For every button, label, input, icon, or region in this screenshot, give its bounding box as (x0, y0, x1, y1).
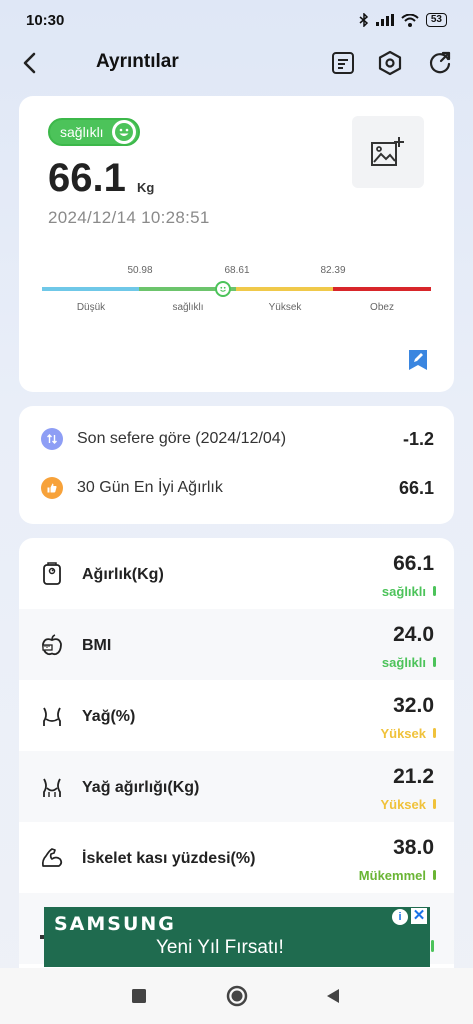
report-button[interactable] (327, 47, 359, 79)
metric-status: Yüksek (380, 797, 426, 812)
threshold-label: 82.39 (320, 265, 346, 276)
status-badge: sağlıklı (48, 118, 140, 146)
edit-bookmark-icon (409, 350, 427, 370)
thumbs-up-icon (41, 477, 63, 499)
ad-brand: SAMSUNG (54, 913, 176, 935)
share-button[interactable] (424, 47, 456, 79)
recents-button[interactable] (127, 984, 151, 1008)
range-thresholds: 50.98 68.61 82.39 (19, 265, 454, 279)
edit-button[interactable] (407, 349, 429, 371)
metric-status-indicator (433, 586, 436, 596)
range-segment-low (42, 287, 139, 291)
wifi-icon (401, 13, 419, 27)
weight-range-bar (42, 287, 431, 291)
threshold-label: 50.98 (127, 265, 153, 276)
metrics-list: Ağırlık(Kg) 66.1 sağlıklı BMI 24.0 sağlı… (19, 538, 454, 968)
ad-text: Yeni Yıl Fırsatı! (156, 937, 284, 958)
comparison-row-best: 30 Gün En İyi Ağırlık 66.1 (19, 468, 454, 508)
body-fat-icon (39, 775, 65, 801)
muscle-icon (39, 845, 65, 871)
ad-banner[interactable]: SAMSUNG Yeni Yıl Fırsatı! i ✕ (44, 907, 430, 967)
settings-button[interactable] (374, 47, 406, 79)
category-label: Yüksek (268, 302, 302, 313)
battery-icon: 53 (425, 13, 447, 27)
circle-icon (226, 985, 248, 1007)
top-app-bar: Ayrıntılar (0, 40, 473, 86)
comparison-value: 66.1 (398, 477, 434, 498)
metric-row-weight[interactable]: Ağırlık(Kg) 66.1 sağlıklı (19, 538, 454, 609)
metric-status: sağlıklı (381, 584, 426, 599)
metric-status-indicator (431, 940, 434, 952)
signal-icon (375, 14, 394, 26)
triangle-back-icon (327, 989, 339, 1003)
smile-icon (111, 120, 136, 144)
metric-label: İskelet kası yüzdesi(%) (82, 850, 256, 867)
metric-status-indicator (433, 728, 436, 738)
hexagon-settings-icon (378, 50, 402, 76)
metric-status-indicator (433, 657, 436, 667)
metric-row-fat-weight[interactable]: Yağ ağırlığı(Kg) 21.2 Yüksek (19, 751, 454, 822)
status-bar: 10:30 53 (0, 0, 473, 40)
category-label: Obez (370, 302, 394, 313)
metric-value: 21.2 (393, 765, 434, 788)
ad-info-icon[interactable]: i (392, 909, 408, 925)
metric-row-skeletal-muscle[interactable]: İskelet kası yüzdesi(%) 38.0 Mükemmel (19, 822, 454, 893)
bluetooth-icon (359, 13, 368, 27)
metric-status-indicator (433, 799, 436, 809)
category-label: sağlıklı (172, 302, 204, 313)
arrows-updown-icon (41, 428, 63, 450)
metric-value: 32.0 (393, 694, 434, 717)
status-badge-label: sağlıklı (60, 124, 104, 140)
comparison-card: Son sefere göre (2024/12/04) -1.2 30 Gün… (19, 406, 454, 524)
current-weight-marker (215, 281, 231, 297)
weight-unit: Kg (137, 180, 155, 195)
comparison-value: -1.2 (402, 428, 434, 449)
measurement-timestamp: 2024/12/14 10:28:51 (48, 208, 210, 227)
comparison-label: 30 Gün En İyi Ağırlık (77, 479, 223, 496)
metric-status-indicator (433, 870, 436, 880)
add-image-icon (371, 137, 404, 166)
system-nav-bar (0, 968, 473, 1024)
weight-value: 66.1 (48, 156, 126, 200)
metric-value: 38.0 (393, 836, 434, 859)
page-title: Ayrıntılar (96, 51, 179, 72)
metric-status: Yüksek (380, 726, 426, 741)
range-segment-obese (333, 287, 431, 291)
metric-value: 66.1 (393, 552, 434, 575)
back-nav-button[interactable] (321, 984, 345, 1008)
metric-label: Yağ(%) (82, 708, 136, 725)
apple-icon (39, 632, 65, 658)
home-button[interactable] (225, 984, 249, 1008)
share-arrow-icon (429, 51, 451, 74)
report-icon (332, 52, 354, 74)
waist-icon (39, 704, 65, 730)
metric-status: sağlıklı (381, 655, 426, 670)
ad-close-icon[interactable]: ✕ (411, 908, 427, 924)
back-button[interactable] (14, 48, 44, 78)
scale-icon (39, 561, 65, 587)
metric-label: Yağ ağırlığı(Kg) (82, 779, 200, 796)
status-time: 10:30 (26, 11, 65, 29)
threshold-label: 68.61 (224, 265, 250, 276)
chevron-left-icon (23, 52, 36, 74)
range-segment-high (236, 287, 333, 291)
metric-label: BMI (82, 637, 112, 654)
metric-value: 24.0 (393, 623, 434, 646)
metric-row-fat-percent[interactable]: Yağ(%) 32.0 Yüksek (19, 680, 454, 751)
category-label: Düşük (76, 302, 106, 313)
comparison-row-last: Son sefere göre (2024/12/04) -1.2 (19, 419, 454, 459)
metric-label: Ağırlık(Kg) (82, 566, 164, 583)
summary-card: sağlıklı 66.1 Kg 2024/12/14 10:28:51 50.… (19, 96, 454, 392)
comparison-label: Son sefere göre (2024/12/04) (77, 430, 287, 447)
square-icon (132, 989, 146, 1003)
metric-status: Mükemmel (358, 868, 426, 883)
metric-row-bmi[interactable]: BMI 24.0 sağlıklı (19, 609, 454, 680)
add-photo-button[interactable] (352, 116, 424, 188)
